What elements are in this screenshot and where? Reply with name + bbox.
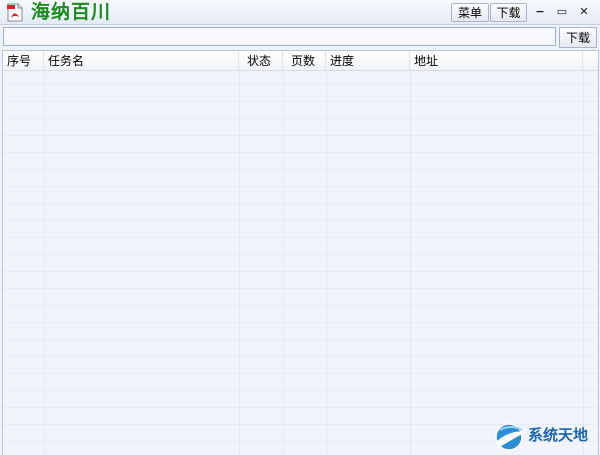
globe-logo-icon xyxy=(495,423,526,451)
column-header-pages[interactable]: 页数 xyxy=(283,51,326,70)
app-window: 海纳百川 菜单 下载 − ▭ ✕ 下载 序号 任务名 状态 页数 进度 地址 系… xyxy=(0,0,600,455)
column-header-status[interactable]: 状态 xyxy=(239,51,283,70)
pdf-app-icon xyxy=(7,3,23,22)
download-button[interactable]: 下载 xyxy=(490,3,527,22)
url-download-button[interactable]: 下载 xyxy=(559,27,597,48)
column-divider xyxy=(583,51,584,455)
column-header-progress[interactable]: 进度 xyxy=(326,51,410,70)
close-icon[interactable]: ✕ xyxy=(576,5,592,19)
column-divider xyxy=(410,51,411,455)
app-title: 海纳百川 xyxy=(31,1,112,23)
column-header-address[interactable]: 地址 xyxy=(410,51,583,70)
task-list[interactable]: 序号 任务名 状态 页数 进度 地址 xyxy=(2,50,599,455)
maximize-icon[interactable]: ▭ xyxy=(554,5,570,19)
column-header-task-name[interactable]: 任务名 xyxy=(44,51,239,70)
watermark-logo: 系统天地 xyxy=(492,418,600,455)
column-divider xyxy=(44,51,45,455)
list-header: 序号 任务名 状态 页数 进度 地址 xyxy=(3,51,598,71)
minimize-icon[interactable]: − xyxy=(532,5,548,19)
column-header-index[interactable]: 序号 xyxy=(3,51,44,70)
url-input[interactable] xyxy=(3,27,556,46)
column-divider xyxy=(326,51,327,455)
menu-button[interactable]: 菜单 xyxy=(451,3,489,22)
title-bar[interactable]: 海纳百川 菜单 下载 − ▭ ✕ xyxy=(0,0,600,25)
column-divider xyxy=(283,51,284,455)
column-divider xyxy=(239,51,240,455)
url-row: 下载 xyxy=(0,25,600,50)
watermark-text: 系统天地 xyxy=(528,426,589,444)
column-header-filler xyxy=(583,51,598,70)
